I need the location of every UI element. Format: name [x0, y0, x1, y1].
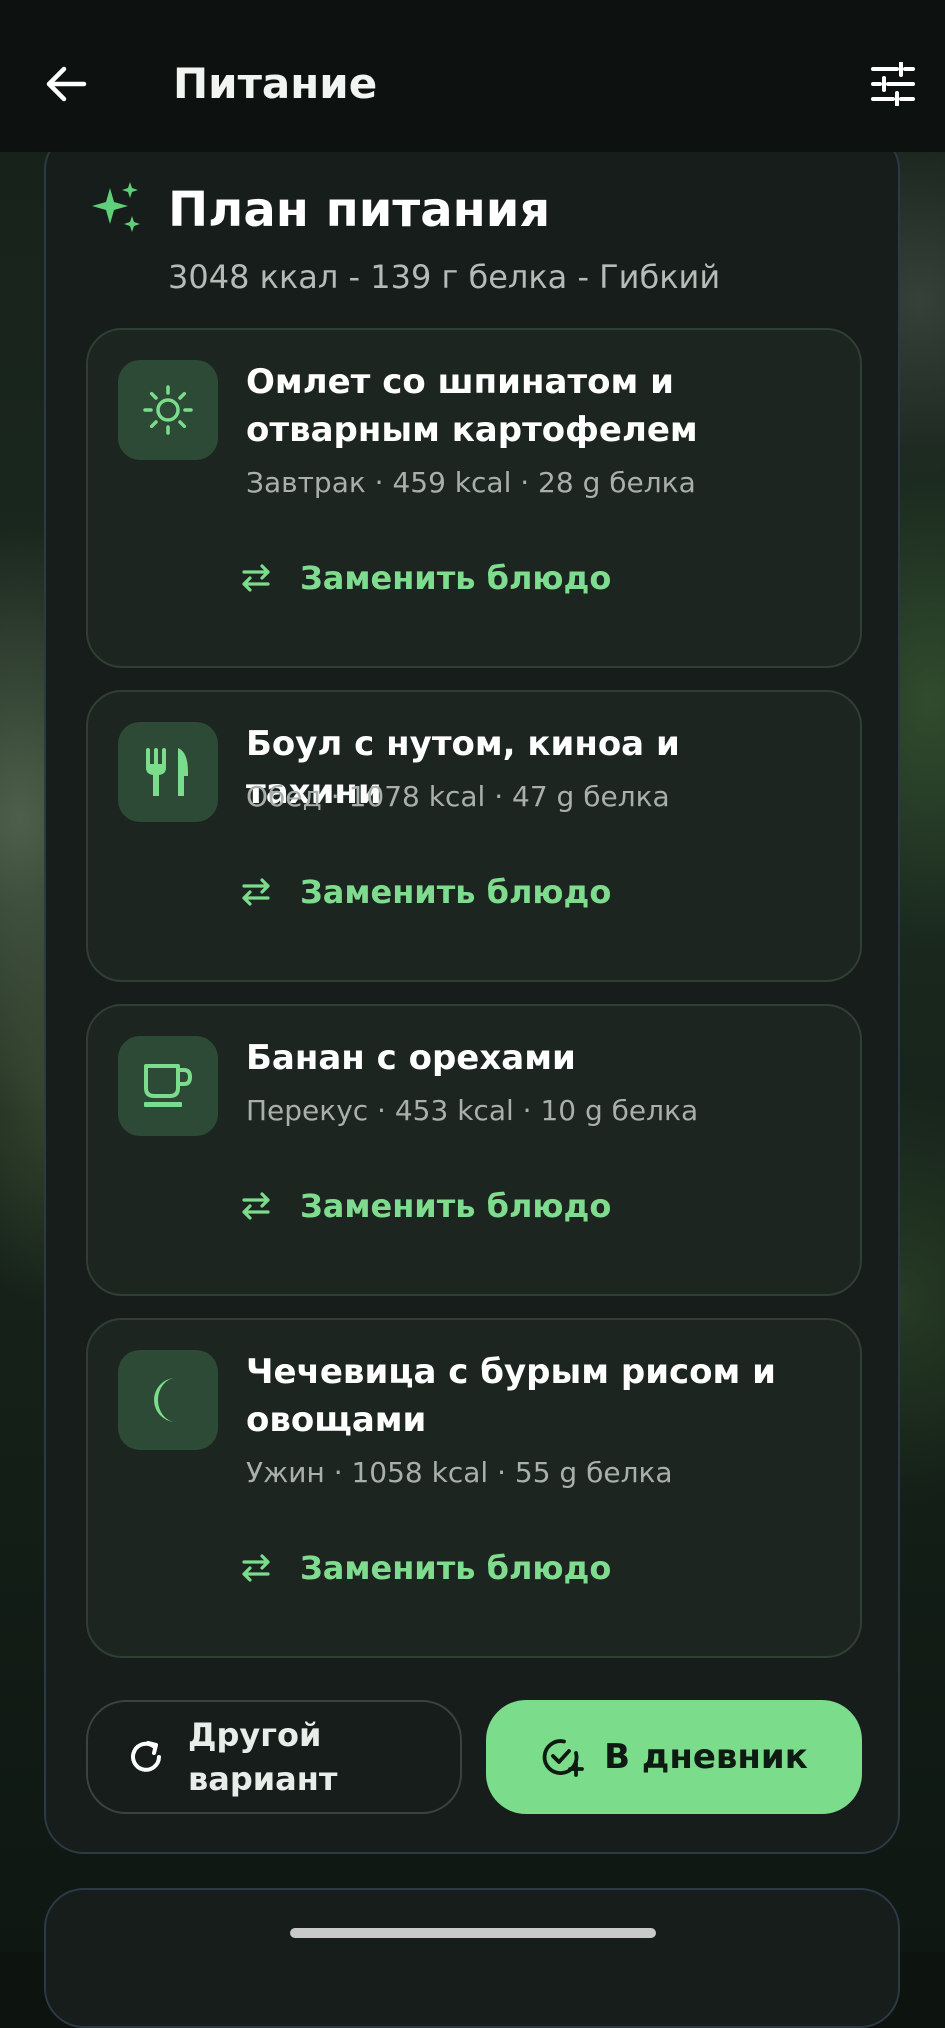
page-title: Питание	[173, 59, 378, 108]
meal-meta: Перекус · 453 kcal · 10 g белка	[246, 1094, 699, 1127]
back-button[interactable]	[34, 56, 98, 112]
home-indicator[interactable]	[290, 1928, 656, 1938]
swap-icon	[242, 1192, 270, 1220]
meal-name: Чечевица с бурым рисом и овощами	[246, 1352, 776, 1440]
add-to-diary-button[interactable]: В дневник	[486, 1700, 862, 1814]
meal-icon-tile	[118, 1036, 218, 1136]
meal-plan-card: План питания 3048 ккал - 139 г белка - Г…	[44, 130, 900, 1854]
replace-dish-button[interactable]: Заменить блюдо	[238, 1176, 611, 1236]
meal-meta: Ужин · 1058 kcal · 55 g белка	[246, 1456, 673, 1489]
replace-dish-button[interactable]: Заменить блюдо	[238, 548, 611, 608]
meal-icon-tile	[118, 360, 218, 460]
check-add-icon	[542, 1739, 585, 1777]
next-card-partial	[44, 1888, 900, 2028]
replace-dish-label: Заменить блюдо	[300, 559, 612, 597]
filter-button[interactable]	[861, 56, 925, 112]
arrow-left-icon	[46, 66, 87, 102]
meal-meta: Завтрак · 459 kcal · 28 g белка	[246, 466, 696, 499]
replace-dish-label: Заменить блюдо	[300, 1549, 612, 1587]
replace-dish-button[interactable]: Заменить блюдо	[238, 862, 611, 922]
plan-title: План питания	[168, 182, 551, 238]
top-app-bar: Питание	[0, 0, 945, 152]
meal-name: Банан с орехами	[246, 1038, 576, 1078]
add-to-diary-label: В дневник	[604, 1737, 808, 1777]
cup-icon	[144, 1064, 192, 1107]
another-option-button[interactable]: Другой вариант	[86, 1700, 462, 1814]
plan-summary: 3048 ккал - 139 г белка - Гибкий	[168, 258, 721, 296]
replace-dish-label: Заменить блюдо	[300, 1187, 612, 1225]
meal-icon-tile	[118, 1350, 218, 1450]
meal-name: Омлет со шпинатом и отварным картофелем	[246, 362, 698, 450]
refresh-icon	[131, 1741, 161, 1772]
meal-card-lunch[interactable]: Боул с нутом, киноа и тахини Обед · 1078…	[86, 690, 862, 982]
moon-icon	[154, 1378, 176, 1422]
sun-icon	[143, 385, 193, 435]
meal-card-dinner[interactable]: Чечевица с бурым рисом и овощами Ужин · …	[86, 1318, 862, 1658]
meal-meta: Обед · 1078 kcal · 47 g белка	[246, 780, 670, 813]
meal-card-snack[interactable]: Банан с орехами Перекус · 453 kcal · 10 …	[86, 1004, 862, 1296]
swap-icon	[242, 564, 270, 592]
another-option-label: Другой вариант	[188, 1716, 338, 1798]
sparkles-icon	[92, 182, 140, 232]
swap-icon	[242, 1554, 270, 1582]
meal-card-breakfast[interactable]: Омлет со шпинатом и отварным картофелем …	[86, 328, 862, 668]
replace-dish-button[interactable]: Заменить блюдо	[238, 1538, 611, 1598]
meal-icon-tile	[118, 722, 218, 822]
sliders-icon	[871, 62, 915, 106]
replace-dish-label: Заменить блюдо	[300, 873, 612, 911]
cutlery-icon	[146, 748, 188, 796]
swap-icon	[242, 878, 270, 906]
